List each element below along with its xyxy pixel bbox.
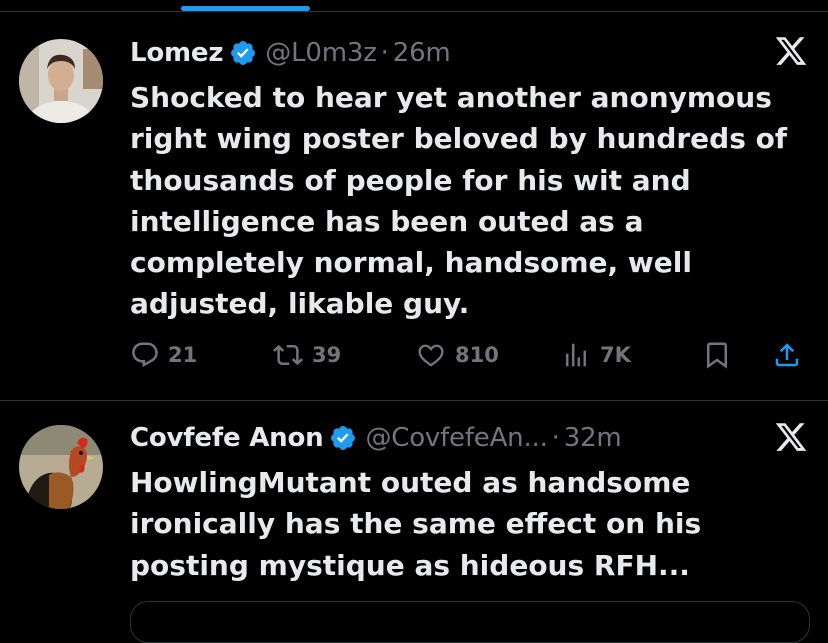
x-logo-icon: [774, 34, 808, 68]
separator-dot: ·: [551, 423, 560, 453]
author-name[interactable]: Lomez: [130, 38, 223, 68]
separator-dot: ·: [380, 38, 389, 68]
share-button[interactable]: [772, 337, 802, 373]
post-header: Lomez @L0m3z · 26m: [130, 36, 451, 70]
bookmark-icon: [702, 340, 732, 370]
top-divider: [0, 11, 828, 12]
quoted-post-card[interactable]: [130, 601, 810, 643]
author-name[interactable]: Covfefe Anon: [130, 423, 324, 453]
post-actions: 21 39 810 7K: [130, 337, 810, 373]
x-logo-icon: [774, 420, 808, 454]
views-count: 7K: [600, 343, 631, 367]
views-button[interactable]: 7K: [560, 337, 631, 373]
verified-badge-icon: [329, 424, 357, 452]
verified-badge-icon: [229, 39, 257, 67]
avatar[interactable]: [19, 425, 103, 509]
post-header: Covfefe Anon @CovfefeAn... · 32m: [130, 421, 622, 455]
reply-button[interactable]: 21: [130, 337, 197, 373]
share-icon: [772, 340, 802, 370]
post-text: HowlingMutant outed as handsome ironical…: [130, 466, 702, 582]
reply-icon: [130, 340, 160, 370]
post-time[interactable]: 26m: [393, 38, 451, 68]
repost-count: 39: [312, 343, 342, 367]
author-handle[interactable]: @CovfefeAn...: [365, 423, 547, 453]
post-time[interactable]: 32m: [564, 423, 622, 453]
post-text: Shocked to hear yet another anonymous ri…: [130, 81, 788, 321]
avatar[interactable]: [19, 39, 103, 123]
like-button[interactable]: 810: [415, 337, 499, 373]
reply-count: 21: [168, 343, 198, 367]
views-icon: [560, 340, 592, 370]
like-icon: [415, 340, 447, 370]
repost-button[interactable]: 39: [272, 337, 341, 373]
author-handle[interactable]: @L0m3z: [265, 38, 377, 68]
bookmark-button[interactable]: [702, 337, 732, 373]
repost-icon: [272, 340, 304, 370]
like-count: 810: [455, 343, 499, 367]
post-divider: [0, 400, 828, 401]
